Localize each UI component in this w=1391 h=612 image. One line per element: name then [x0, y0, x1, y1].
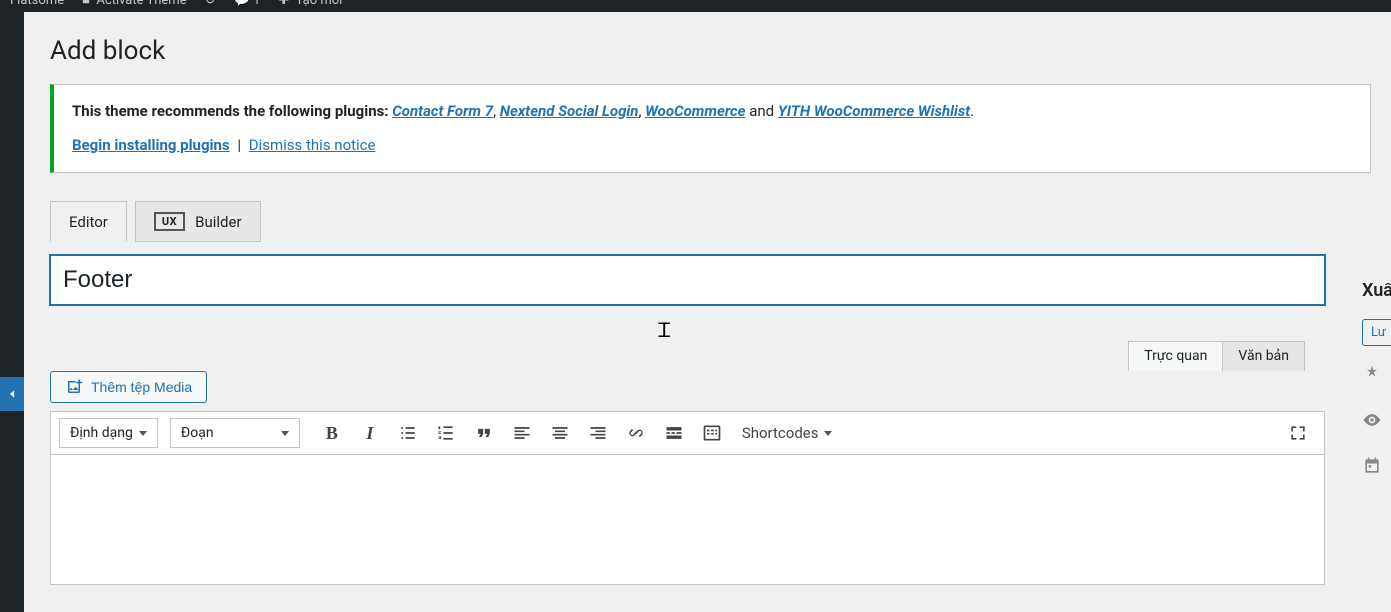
admin-bar: Flatsome ■ Activate Theme ↻ 💬 1 ✚ Tạo mớ… [0, 0, 1391, 12]
numbered-list-button[interactable] [428, 416, 464, 450]
notice-text: This theme recommends the following plug… [72, 99, 1352, 125]
refresh-icon[interactable]: ↻ [205, 0, 216, 8]
chevron-down-icon [281, 431, 289, 436]
editor-mode-tabs: Editor UX Builder [50, 201, 1371, 242]
notice-actions: Begin installing plugins | Dismiss this … [72, 133, 1352, 159]
dismiss-notice-link[interactable]: Dismiss this notice [249, 136, 376, 154]
plugin-link-nextend-social-login[interactable]: Nextend Social Login [500, 102, 639, 120]
title-field-wrap [50, 255, 1371, 305]
admin-bar-new-label: Tạo mới [296, 0, 343, 8]
link-button[interactable] [618, 416, 654, 450]
toolbar-toggle-button[interactable] [694, 416, 730, 450]
save-draft-button[interactable]: Lư [1362, 319, 1391, 346]
ux-badge: UX [154, 212, 185, 231]
add-media-label: Thêm tệp Media [91, 379, 192, 395]
tab-builder-label: Builder [195, 213, 241, 231]
main-content: Add block This theme recommends the foll… [24, 12, 1391, 611]
plugin-link-woocommerce[interactable]: WooCommerce [645, 102, 745, 120]
tab-ux-builder[interactable]: UX Builder [135, 201, 261, 242]
plugin-recommendation-notice: This theme recommends the following plug… [50, 84, 1371, 173]
admin-bar-new[interactable]: ✚ Tạo mới [278, 0, 342, 8]
comments-icon[interactable]: 💬 1 [234, 0, 261, 8]
bullet-list-button[interactable] [390, 416, 426, 450]
shortcodes-label: Shortcodes [742, 424, 819, 442]
bold-button[interactable]: B [314, 416, 350, 450]
visibility-pin-icon[interactable] [1362, 364, 1391, 388]
plugin-link-yith-wishlist[interactable]: YITH WooCommerce Wishlist [778, 102, 970, 120]
quote-button[interactable] [466, 416, 502, 450]
chevron-down-icon [139, 431, 147, 436]
media-icon [65, 378, 83, 396]
fullscreen-button[interactable] [1280, 416, 1316, 450]
chevron-down-icon [824, 431, 832, 436]
format-label: Định dạng [70, 425, 133, 441]
notice-lead: This theme recommends the following plug… [72, 102, 392, 120]
align-left-button[interactable] [504, 416, 540, 450]
admin-bar-activate-label: Activate Theme [96, 0, 186, 8]
add-media-button[interactable]: Thêm tệp Media [50, 371, 207, 403]
title-input[interactable] [50, 255, 1325, 305]
format-dropdown[interactable]: Định dạng [59, 418, 158, 448]
tab-visual[interactable]: Trực quan [1128, 341, 1223, 371]
align-center-button[interactable] [542, 416, 578, 450]
plugin-link-contact-form-7[interactable]: Contact Form 7 [392, 102, 493, 120]
admin-bar-activate-theme[interactable]: ■ Activate Theme [82, 0, 187, 8]
tab-editor[interactable]: Editor [50, 201, 127, 242]
comments-count: 1 [253, 0, 260, 8]
align-right-button[interactable] [580, 416, 616, 450]
tinymce-toolbar: Định dạng Đoạn B I [50, 411, 1325, 455]
sidebar-heading: Xuấ [1350, 270, 1391, 319]
begin-installing-plugins-link[interactable]: Begin installing plugins [72, 136, 230, 154]
tab-text[interactable]: Văn bản [1222, 341, 1305, 371]
paragraph-label: Đoạn [181, 425, 214, 441]
read-more-button[interactable] [656, 416, 692, 450]
admin-sidebar-collapsed [0, 12, 24, 612]
admin-bar-site[interactable]: Flatsome [10, 0, 64, 8]
publish-sidebar: Xuấ Lư [1350, 270, 1391, 502]
editor-wrap: Thêm tệp Media Trực quan Văn bản Định dạ… [50, 371, 1371, 585]
content-editor-tabs: Trực quan Văn bản [1128, 341, 1305, 371]
eye-icon[interactable] [1362, 410, 1391, 434]
shortcodes-dropdown[interactable]: Shortcodes [742, 424, 833, 442]
italic-button[interactable]: I [352, 416, 388, 450]
collapse-menu-button[interactable] [0, 377, 24, 411]
page-title: Add block [50, 12, 1371, 84]
paragraph-dropdown[interactable]: Đoạn [170, 418, 300, 448]
calendar-icon[interactable] [1362, 456, 1391, 480]
content-editor-body[interactable] [50, 455, 1325, 585]
